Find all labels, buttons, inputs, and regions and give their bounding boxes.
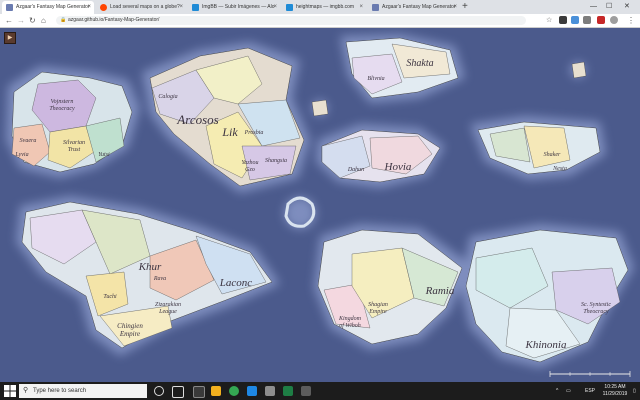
tab-imgbb-subir[interactable]: ImgBB — Subir Imágenes — Alo × (188, 1, 280, 14)
search-icon: ⚲ (23, 387, 29, 394)
edge-icon[interactable] (247, 386, 257, 396)
browser-toolbar: ← → ↻ ⌂ 🔒 azgaar.github.io/Fantasy-Map-G… (0, 14, 640, 28)
notification-icon[interactable]: ▯ (633, 382, 636, 400)
map-label-rava: Rava (153, 276, 166, 282)
imgbb-favicon-icon (286, 4, 293, 11)
extension-icon[interactable] (583, 16, 591, 24)
close-icon[interactable]: × (87, 1, 91, 14)
language-indicator[interactable]: ESP (585, 382, 595, 400)
imgbb-favicon-icon (192, 4, 199, 11)
app-icon[interactable] (301, 386, 311, 396)
map-label-tuchi: Tuchi (103, 294, 117, 300)
menu-dots-icon[interactable]: ⋮ (627, 15, 635, 26)
forward-arrow-icon[interactable]: → (17, 15, 25, 26)
cortana-icon[interactable] (154, 386, 164, 396)
file-explorer-icon[interactable] (211, 386, 221, 396)
back-arrow-icon[interactable]: ← (5, 15, 13, 26)
tab-label: heightmaps — imgbb.com (296, 4, 355, 10)
map-label-khur: Khur (138, 261, 162, 273)
home-icon[interactable]: ⌂ (41, 15, 46, 26)
close-icon[interactable]: × (359, 1, 363, 14)
map-label-ramia: Ramia (425, 285, 455, 297)
windows-taskbar: ⚲ Type here to search ^ ▭ ESP 10:25 AM 1… (0, 382, 640, 400)
taskbar-clock[interactable]: 10:25 AM 11/29/2019 (597, 384, 633, 398)
map-label-prosbia: Prosbia (244, 130, 264, 136)
profile-avatar-icon[interactable] (610, 16, 618, 24)
tray-chevron-icon[interactable]: ^ (556, 382, 558, 400)
tab-fantasy-map-generator[interactable]: Azgaar's Fantasy Map Generator × (2, 1, 94, 14)
map-label-svaera: Svaera (20, 138, 37, 144)
browser-tab-strip: Azgaar's Fantasy Map Generator × Load se… (0, 0, 640, 14)
map-label-nesta: Nesta (552, 166, 567, 172)
map-label-chingien: Chingien Empire (117, 322, 143, 338)
map-favicon-icon (6, 4, 13, 11)
close-icon[interactable]: × (453, 1, 457, 14)
close-icon[interactable]: × (273, 1, 277, 14)
extension-icon[interactable] (571, 16, 579, 24)
tab-fantasy-map-generator-2[interactable]: Azgaar's Fantasy Map Generator × (368, 1, 460, 14)
map-label-shagian: Shagian Empire (368, 302, 388, 315)
map-label-shaker: Shaker (544, 152, 561, 158)
tab-label: ImgBB — Subir Imágenes — Alo (202, 4, 275, 10)
task-view-icon[interactable] (172, 386, 184, 398)
network-icon[interactable]: ▭ (566, 382, 571, 400)
map-label-arcosos: Arcosos (176, 112, 218, 127)
reload-icon[interactable]: ↻ (29, 15, 36, 26)
search-placeholder: Type here to search (33, 388, 87, 394)
options-toggle-button[interactable]: ▶ (4, 32, 16, 44)
url-text: azgaar.github.io/Fantasy-Map-Generator/ (68, 17, 160, 23)
map-label-hovia: Hovia (384, 161, 412, 173)
tab-label: Load several maps on a globe? (110, 4, 180, 10)
reddit-favicon-icon (100, 4, 107, 11)
clock-date: 11/29/2019 (602, 391, 628, 397)
lock-icon: 🔒 (60, 17, 67, 23)
map-label-syntestic: Sc. Syntestic Theocracy (581, 302, 611, 315)
extension-icon[interactable] (559, 16, 567, 24)
map-favicon-icon (372, 4, 379, 11)
map-label-dahun: Dahun (347, 167, 364, 173)
clock-time: 10:25 AM (604, 384, 626, 390)
window-close-icon[interactable]: ✕ (624, 0, 630, 13)
map-label-laconc: Laconc (219, 277, 253, 289)
map-label-khinonia: Khinonia (525, 339, 567, 351)
taskbar-search-box[interactable]: ⚲ Type here to search (19, 384, 147, 398)
fantasy-map[interactable]: Vojnstern Theocracy Svaera Lyvia Silvaria… (0, 28, 640, 382)
map-label-vojnstern: Vojnstern Theocracy (49, 99, 75, 112)
map-label-lik: Lik (221, 125, 238, 139)
app-icon[interactable] (265, 386, 275, 396)
chrome-icon[interactable] (229, 386, 239, 396)
windows-start-icon[interactable] (4, 385, 16, 397)
tab-label: Azgaar's Fantasy Map Generator (382, 4, 456, 10)
new-tab-button[interactable]: + (462, 0, 468, 13)
tab-load-maps-globe[interactable]: Load several maps on a globe? × (96, 1, 186, 14)
map-label-calogia: Calogia (158, 94, 177, 100)
close-icon[interactable]: × (179, 1, 183, 14)
minimize-icon[interactable]: — (590, 0, 597, 13)
tab-label: Azgaar's Fantasy Map Generator (16, 4, 90, 10)
pdf-extension-icon[interactable] (597, 16, 605, 24)
map-label-shakta: Shakta (406, 58, 433, 69)
maximize-icon[interactable]: ☐ (606, 0, 612, 13)
bookmark-star-icon[interactable]: ☆ (546, 15, 552, 26)
excel-icon[interactable] (283, 386, 293, 396)
map-label-yutsi: Yutsi (98, 152, 110, 158)
tab-heightmaps-imgbb[interactable]: heightmaps — imgbb.com × (282, 1, 366, 14)
map-label-shangsia: Shangsia (265, 158, 287, 164)
map-label-blivnia: Blivnia (367, 76, 384, 82)
map-label-wiboh: Kingdom of Wiboh (338, 316, 362, 329)
app-icon[interactable] (193, 386, 205, 398)
address-bar[interactable]: 🔒 azgaar.github.io/Fantasy-Map-Generator… (56, 16, 526, 25)
map-label-lyvia: Lyvia (14, 152, 28, 158)
